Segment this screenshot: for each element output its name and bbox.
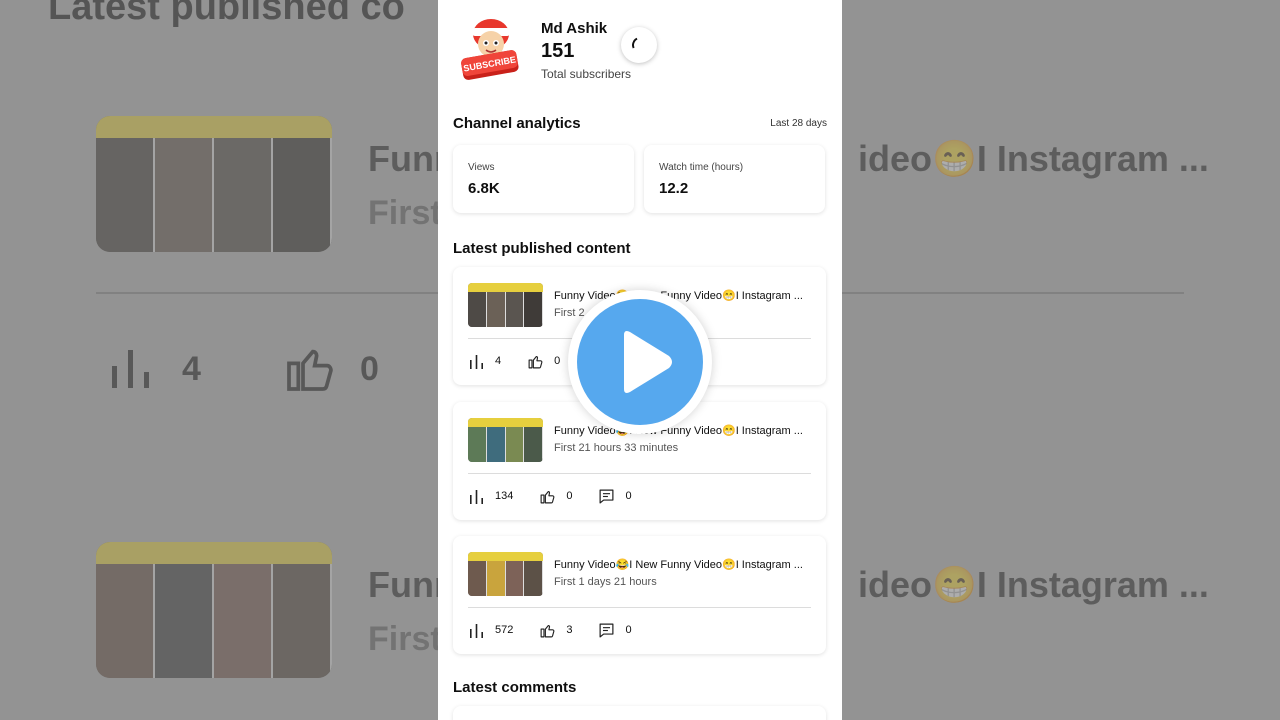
subscriber-label: Total subscribers — [541, 67, 632, 81]
video-thumbnail — [468, 552, 543, 596]
views-stat: 134 — [468, 488, 513, 505]
views-stat: 4 — [468, 353, 501, 370]
spinner-icon — [621, 27, 657, 63]
divider — [468, 607, 811, 608]
views-count: 134 — [495, 490, 514, 502]
comments-card[interactable] — [453, 706, 826, 720]
latest-content-title: Latest published content — [453, 240, 631, 257]
video-stats: 572 3 0 — [468, 620, 658, 640]
latest-comments-title: Latest comments — [453, 679, 577, 696]
views-count: 572 — [495, 624, 514, 636]
comments-stat: 0 — [598, 622, 632, 639]
video-thumbnail — [468, 418, 543, 462]
analytics-title: Channel analytics — [453, 115, 581, 132]
play-icon — [624, 331, 672, 393]
video-card[interactable]: Funny Video😂I New Funny Video😁I Instagra… — [453, 536, 826, 654]
metric-label: Watch time (hours) — [659, 162, 744, 173]
likes-stat: 0 — [527, 353, 560, 370]
channel-avatar[interactable]: SUBSCRIBE — [458, 14, 522, 82]
metric-card-watch-time[interactable]: Watch time (hours) 12.2 — [644, 145, 825, 213]
channel-header: SUBSCRIBE Md Ashik 151 Total subscribers — [438, 0, 842, 100]
video-title: Funny Video😂I New Funny Video😁I Instagra… — [554, 425, 803, 437]
video-published: First 21 hours 33 minutes — [554, 442, 679, 454]
video-stats: 134 0 0 — [468, 486, 658, 506]
metric-value: 6.8K — [468, 180, 500, 197]
comments-stat: 0 — [598, 488, 632, 505]
divider — [468, 473, 811, 474]
video-title: Funny Video😂I New Funny Video😁I Instagra… — [554, 559, 803, 571]
likes-stat: 3 — [539, 622, 572, 639]
comments-count: 0 — [625, 490, 632, 502]
thumb-up-icon — [528, 355, 543, 368]
subscriber-count: 151 — [541, 40, 575, 62]
bar-chart-icon — [470, 489, 483, 504]
thumb-up-icon — [540, 490, 555, 503]
views-stat: 572 — [468, 622, 513, 639]
video-thumbnail — [468, 283, 543, 327]
views-count: 4 — [495, 355, 502, 367]
comments-count: 0 — [625, 624, 632, 636]
channel-name: Md Ashik — [541, 20, 608, 37]
metric-card-views[interactable]: Views 6.8K — [453, 145, 634, 213]
comment-icon — [600, 623, 614, 637]
likes-count: 3 — [566, 624, 573, 636]
thumb-up-icon — [540, 624, 555, 637]
play-button[interactable] — [568, 290, 712, 434]
bar-chart-icon — [470, 354, 483, 369]
metric-value: 12.2 — [659, 180, 689, 197]
analytics-period: Last 28 days — [770, 118, 827, 129]
likes-count: 0 — [566, 490, 573, 502]
likes-count: 0 — [554, 355, 561, 367]
comment-icon — [600, 489, 614, 503]
metric-label: Views — [468, 162, 495, 173]
video-published: First 1 days 21 hours — [554, 576, 657, 588]
bar-chart-icon — [470, 623, 483, 638]
likes-stat: 0 — [539, 488, 572, 505]
